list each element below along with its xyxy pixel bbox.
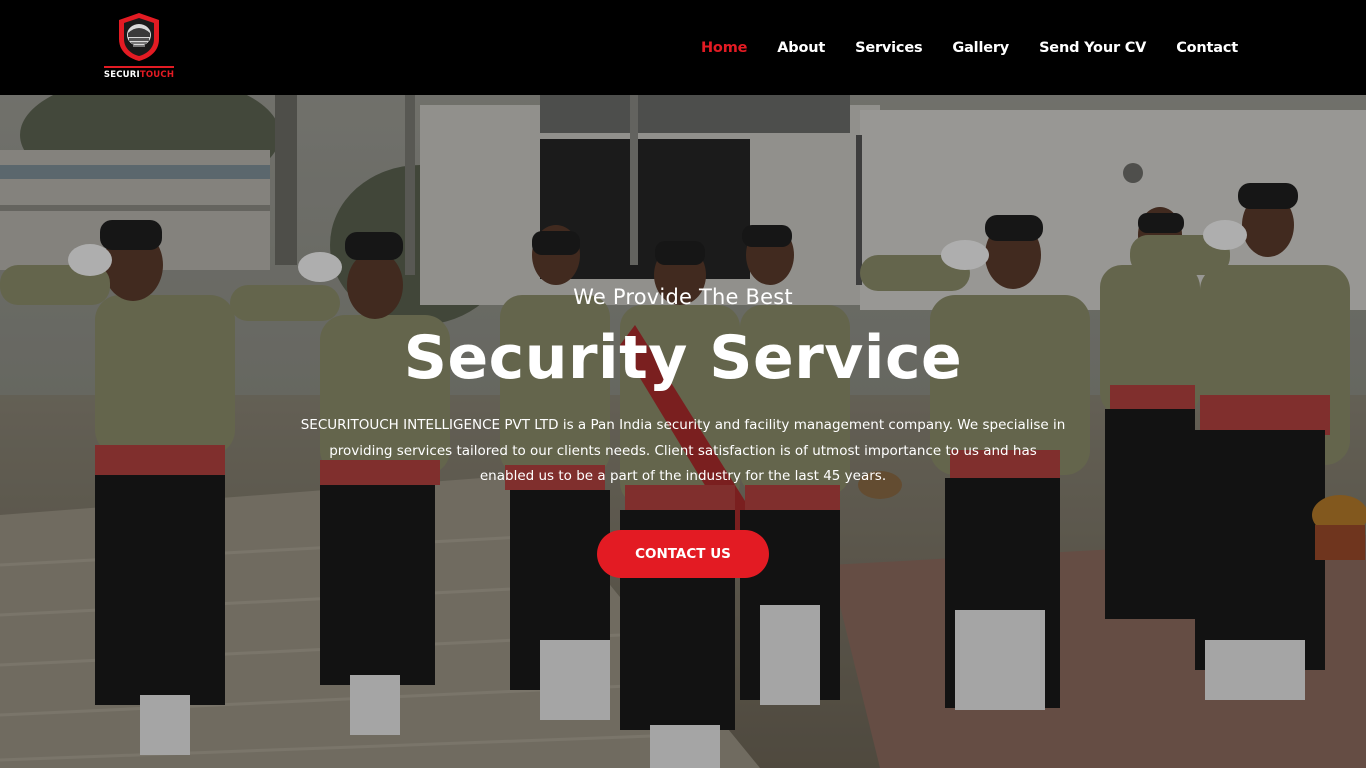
site-logo[interactable]: SECURITOUCH bbox=[103, 11, 175, 85]
nav-item-contact[interactable]: Contact bbox=[1176, 40, 1238, 56]
site-header: SECURITOUCH Home About Services Gallery … bbox=[0, 0, 1366, 95]
hero-banner: We Provide The Best Security Service SEC… bbox=[0, 95, 1366, 768]
hero-title: Security Service bbox=[403, 323, 963, 393]
nav-item-send-cv[interactable]: Send Your CV bbox=[1039, 40, 1146, 56]
nav-item-gallery[interactable]: Gallery bbox=[952, 40, 1009, 56]
nav-item-services[interactable]: Services bbox=[855, 40, 923, 56]
hero-description: SECURITOUCH INTELLIGENCE PVT LTD is a Pa… bbox=[300, 417, 1066, 484]
shield-helmet-icon bbox=[119, 13, 159, 61]
main-nav: Home About Services Gallery Send Your CV… bbox=[701, 0, 1238, 95]
contact-us-button[interactable]: CONTACT US bbox=[597, 530, 769, 578]
nav-item-home[interactable]: Home bbox=[701, 40, 747, 56]
logo-wordmark: SECURITOUCH bbox=[103, 66, 175, 80]
hero-subtitle: We Provide The Best bbox=[573, 285, 793, 309]
nav-item-about[interactable]: About bbox=[777, 40, 825, 56]
